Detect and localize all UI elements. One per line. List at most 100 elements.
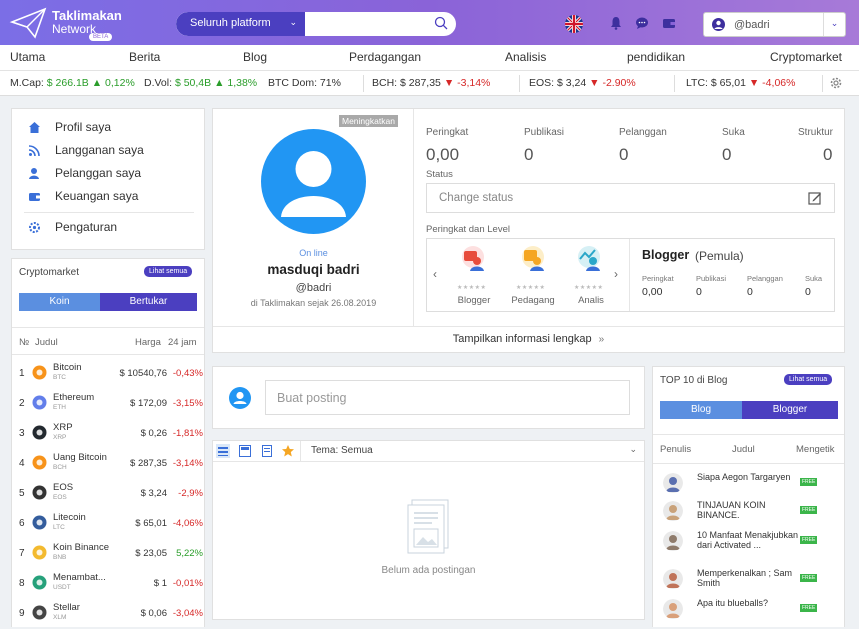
post-title[interactable]: Apa itu blueballs? (697, 598, 799, 608)
ticker-bch[interactable]: BCH: $ 287,35 ▼ -3,14% (372, 77, 490, 89)
crypto-row[interactable]: 7 Koin Binance BNB $ 23,05 5,22% (12, 539, 205, 569)
coin-name: Stellar (53, 602, 80, 613)
nav-blog[interactable]: Blog (243, 50, 267, 64)
stat-label: Pelanggan (619, 127, 667, 138)
role-blogger[interactable]: ★★★★★ Blogger (454, 245, 494, 307)
gear-icon[interactable] (829, 76, 843, 90)
chevron-down-icon[interactable]: ⌄ (823, 13, 845, 36)
tab-koin[interactable]: Koin (19, 293, 100, 311)
coin-price: $ 1 (153, 578, 167, 589)
crypto-row[interactable]: 9 Stellar XLM $ 0,06 -3,04% (12, 599, 205, 629)
nav-analisis[interactable]: Analisis (505, 50, 546, 64)
nav-utama[interactable]: Utama (10, 50, 45, 64)
role-pedagang[interactable]: ★★★★★ Pedagang (509, 245, 557, 307)
feed-toolbar: Tema: Semua ⌄ (213, 441, 644, 462)
search-input[interactable] (308, 15, 423, 33)
search-icon[interactable] (434, 16, 448, 30)
crypto-row[interactable]: 3 XRP XRP $ 0,26 -1,81% (12, 419, 205, 449)
user-menu[interactable]: @badri ⌄ (703, 12, 846, 37)
status-field[interactable]: Change status (426, 183, 835, 213)
top10-row[interactable]: TINJAUAN KOIN BINANCE. FREE (653, 497, 845, 527)
list-view-icon[interactable] (216, 444, 230, 458)
top10-row[interactable]: Siapa Aegon Targaryen FREE (653, 469, 845, 499)
coin-change: -3,15% (172, 398, 203, 409)
home-icon (29, 122, 40, 133)
user-icon (29, 168, 39, 179)
crypto-row[interactable]: 1 Bitcoin BTC $ 10540,76 -0,43% (12, 359, 205, 389)
role-label: Blogger (457, 295, 491, 306)
see-all-button[interactable]: Lihat semua (144, 266, 193, 277)
menu-keuangan[interactable]: Keuangan saya (28, 188, 208, 208)
author-avatar[interactable] (663, 531, 683, 551)
uk-flag-icon[interactable] (565, 15, 583, 33)
tab-blog[interactable]: Blog (660, 401, 742, 419)
crypto-row[interactable]: 4 Uang Bitcoin BCH $ 287,35 -3,14% (12, 449, 205, 479)
author-avatar[interactable] (663, 599, 683, 619)
post-title[interactable]: Siapa Aegon Targaryen (697, 472, 799, 482)
post-title[interactable]: TINJAUAN KOIN BINANCE. (697, 500, 799, 520)
taklimakan-logo-icon[interactable] (9, 6, 49, 40)
ticker-ltc[interactable]: LTC: $ 65,01 ▼ -4,06% (686, 77, 795, 89)
col-title[interactable]: Judul (35, 337, 58, 348)
ticker-dvol[interactable]: D.Vol: $ 50,4B ▲ 1,38% (144, 77, 257, 89)
card-view-icon[interactable] (238, 444, 252, 458)
free-badge: FREE (800, 478, 818, 486)
search-scope-select[interactable]: Seluruh platform ⌄ (176, 12, 305, 36)
ticker-btcdom[interactable]: BTC Dom: 71% (268, 77, 341, 89)
chevron-right-icon[interactable]: › (614, 267, 618, 281)
menu-pengaturan[interactable]: Pengaturan (28, 219, 208, 239)
chat-icon[interactable] (635, 16, 649, 30)
create-post-input[interactable]: Buat posting (265, 380, 630, 415)
role-analis[interactable]: ★★★★★ Analis (571, 245, 611, 307)
bell-icon[interactable] (609, 16, 623, 30)
ticker-eos[interactable]: EOS: $ 3,24 ▼ -2.90% (529, 77, 636, 89)
crypto-row[interactable]: 6 Litecoin LTC $ 65,01 -4,06% (12, 509, 205, 539)
tab-bertukar[interactable]: Bertukar (100, 293, 197, 311)
rating-stars: ★★★★★ (457, 285, 487, 291)
crypto-row[interactable]: 2 Ethereum ETH $ 172,09 -3,15% (12, 389, 205, 419)
compact-view-icon[interactable] (260, 444, 274, 458)
nav-perdagangan[interactable]: Perdagangan (349, 50, 421, 64)
tab-blogger[interactable]: Blogger (742, 401, 838, 419)
coin-change: -1,81% (172, 428, 203, 439)
top10-row[interactable]: Apa itu blueballs? FREE (653, 595, 845, 625)
col-change[interactable]: 24 jam (168, 337, 197, 348)
chevron-left-icon[interactable]: ‹ (433, 267, 437, 281)
coin-name: Litecoin (53, 512, 86, 523)
author-avatar[interactable] (663, 569, 683, 589)
search-scope-label: Seluruh platform (190, 17, 271, 29)
post-title[interactable]: Memperkenalkan ; Sam Smith (697, 568, 799, 588)
trader-role-icon (522, 246, 544, 271)
profile-left: Meningkatkan On line masduqi badri @badr… (213, 109, 414, 326)
theme-select[interactable]: Tema: Semua ⌄ (300, 441, 643, 461)
theme-select-label: Tema: Semua (311, 445, 373, 456)
user-menu-card: Profil saya Langganan saya Pelanggan say… (11, 108, 205, 250)
crypto-row[interactable]: 8 Menambat... USDT $ 1 -0,01% (12, 569, 205, 599)
see-all-button[interactable]: Lihat semua (784, 374, 833, 385)
bnb-coin-icon (32, 545, 47, 560)
crypto-row[interactable]: 5 EOS EOS $ 3,24 -2,9% (12, 479, 205, 509)
nav-berita[interactable]: Berita (129, 50, 160, 64)
star-icon[interactable] (281, 444, 295, 458)
menu-pelanggan[interactable]: Pelanggan saya (28, 165, 208, 185)
ticker-mcap[interactable]: M.Cap: $ 266.1B ▲ 0,12% (10, 77, 135, 89)
top10-row[interactable]: Memperkenalkan ; Sam Smith FREE (653, 565, 845, 595)
edit-icon[interactable] (808, 191, 822, 205)
profile-avatar-icon[interactable] (261, 129, 366, 234)
nav-pendidikan[interactable]: pendidikan (627, 50, 685, 64)
post-title[interactable]: 10 Manfaat Menakjubkan dari Activated ..… (697, 530, 799, 550)
wallet-icon[interactable] (662, 16, 676, 30)
menu-langganan[interactable]: Langganan saya (28, 142, 208, 162)
author-avatar[interactable] (663, 501, 683, 521)
author-avatar[interactable] (663, 473, 683, 493)
col-price[interactable]: Harga (135, 337, 161, 348)
top10-row[interactable]: 10 Manfaat Menakjubkan dari Activated ..… (653, 527, 845, 557)
menu-profil[interactable]: Profil saya (28, 119, 208, 139)
nav-cryptomarket[interactable]: Cryptomarket (770, 50, 842, 64)
status-label: Status (426, 169, 453, 180)
market-ticker: M.Cap: $ 266.1B ▲ 0,12% D.Vol: $ 50,4B ▲… (0, 71, 859, 96)
coin-symbol: USDT (53, 584, 71, 591)
show-full-info-button[interactable]: Tampilkan informasi lengkap » (213, 327, 844, 352)
analyst-role-icon (578, 246, 600, 271)
upgrade-badge[interactable]: Meningkatkan (339, 115, 398, 127)
